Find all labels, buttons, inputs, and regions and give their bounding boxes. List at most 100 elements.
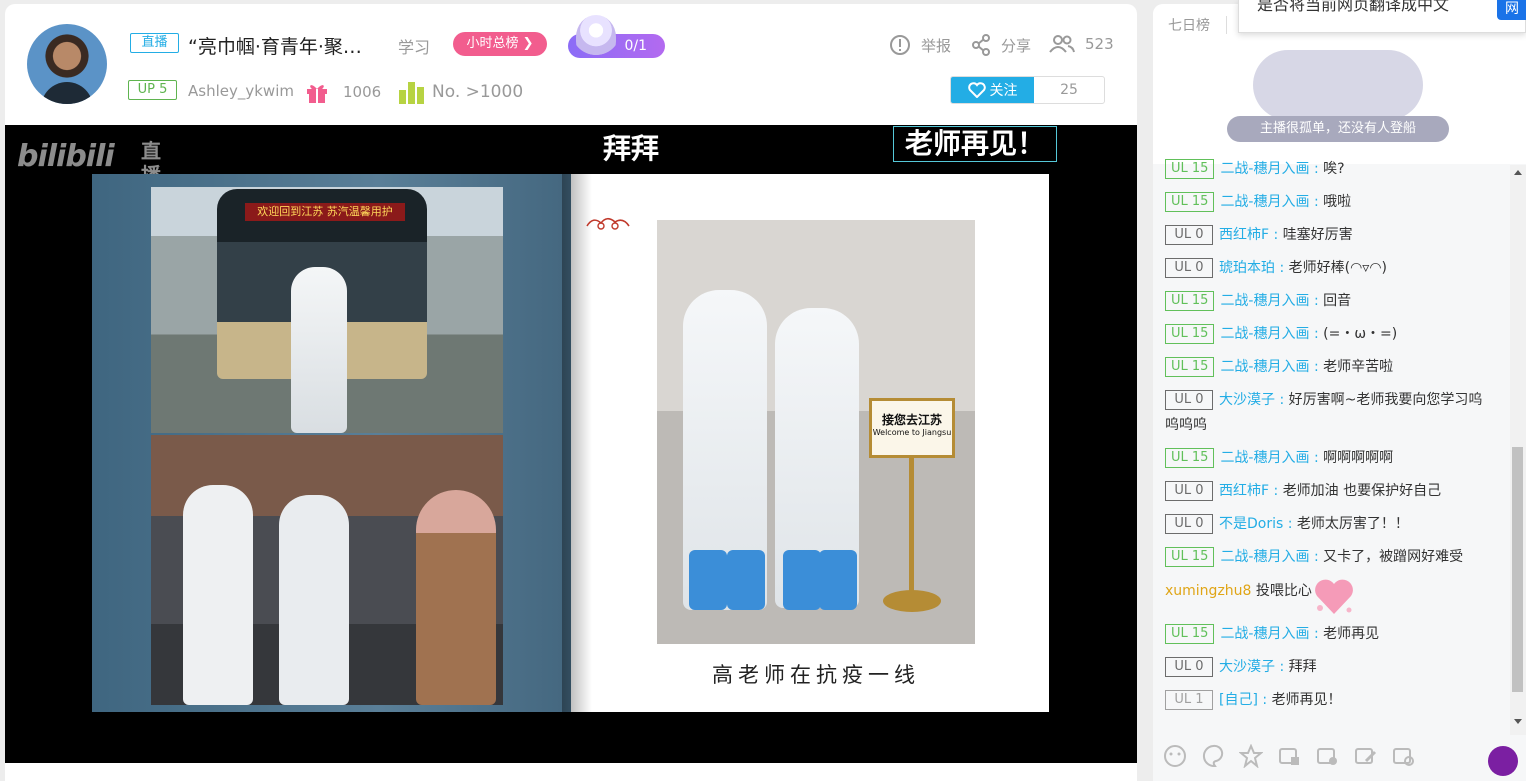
chat-username[interactable]: 二战-穗月入画 xyxy=(1220,450,1309,466)
rank-number-value: No. >1000 xyxy=(432,82,524,102)
chat-username[interactable]: 不是Doris xyxy=(1219,516,1283,532)
settings-icon[interactable] xyxy=(1391,744,1415,768)
chat-message[interactable]: UL 15 二战-穗月入画 : 老师再见 xyxy=(1153,618,1508,651)
gift-username[interactable]: xumingzhu8 xyxy=(1165,583,1251,599)
user-level-badge: UL 15 xyxy=(1165,159,1215,179)
record-icon[interactable] xyxy=(1315,744,1339,768)
chat-text: 老师太厉害了！！ xyxy=(1296,516,1409,532)
chat-message[interactable]: UL 0 西红柿F : 哇塞好厉害 xyxy=(1153,219,1508,252)
empty-rank-text: 主播很孤单，还没有人登船 xyxy=(1227,116,1449,142)
chat-message[interactable]: UL 0 大沙漠子 : 拜拜 xyxy=(1153,651,1508,684)
chat-text: (=・ω・=) xyxy=(1323,326,1398,342)
chat-text: 拜拜 xyxy=(1288,659,1317,675)
scroll-up-icon[interactable] xyxy=(1514,170,1522,175)
chat-message[interactable]: UL 0 琥珀本珀 : 老师好棒(◠▿◠) xyxy=(1153,252,1508,285)
chat-text: 又卡了，被蹭网好难受 xyxy=(1323,549,1464,565)
airport-photo xyxy=(151,435,503,705)
chat-text: 老师再见 xyxy=(1323,626,1380,642)
chat-message[interactable]: UL 15 二战-穗月入画 : 哦啦 xyxy=(1153,186,1508,219)
translate-prompt: 是否将当前网页翻译成中文 xyxy=(1257,0,1450,14)
welcome-photo: 接您去江苏 Welcome to Jiangsu xyxy=(657,220,975,644)
tab-seven-day-rank[interactable]: 七日榜 xyxy=(1168,15,1210,35)
translate-button[interactable]: 网 xyxy=(1497,0,1526,20)
chat-scrollbar[interactable] xyxy=(1510,165,1526,735)
chat-username[interactable]: 二战-穗月入画 xyxy=(1220,549,1309,565)
follow-control: 关注 25 xyxy=(950,76,1105,104)
chat-message[interactable]: UL 0 大沙漠子 : 好厉害啊~老师我要向您学习呜呜呜呜 xyxy=(1153,384,1508,442)
slide-caption: 高老师在抗疫一线 xyxy=(712,663,920,687)
chat-username[interactable]: 二战-穗月入画 xyxy=(1220,194,1309,210)
chat-message[interactable]: UL 15 二战-穗月入画 : (=・ω・=) xyxy=(1153,318,1508,351)
chat-username[interactable]: 二战-穗月入画 xyxy=(1220,626,1309,642)
chat-message[interactable]: UL 15 二战-穗月入画 : 又卡了，被蹭网好难受 xyxy=(1153,541,1508,574)
user-level-badge: UL 15 xyxy=(1165,547,1215,567)
user-level-badge: UL 0 xyxy=(1165,514,1213,534)
chat-separator: : xyxy=(1275,392,1289,408)
chat-username[interactable]: 琥珀本珀 xyxy=(1219,260,1275,276)
user-level-badge: UL 15 xyxy=(1165,192,1215,212)
chat-username[interactable]: 二战-穗月入画 xyxy=(1220,161,1309,177)
chat-message[interactable]: UL 0 不是Doris : 老师太厉害了！！ xyxy=(1153,508,1508,541)
chat-username[interactable]: 二战-穗月入画 xyxy=(1220,326,1309,342)
palette-icon[interactable] xyxy=(1201,744,1225,768)
chat-text: 老师再见！ xyxy=(1271,692,1342,708)
edit-icon[interactable] xyxy=(1353,744,1377,768)
gift-icon xyxy=(307,85,327,103)
room-title: “亮巾帼·育青年·聚… xyxy=(188,36,362,58)
chat-username[interactable]: 二战-穗月入画 xyxy=(1220,359,1309,375)
empty-rank-illustration: 主播很孤单，还没有人登船 xyxy=(1227,50,1449,146)
chat-username[interactable]: 大沙漠子 xyxy=(1219,659,1275,675)
user-level-badge: UL 15 xyxy=(1165,324,1215,344)
hour-rank-button[interactable]: 小时总榜 ❯ xyxy=(453,32,547,56)
gift-count-value: 1006 xyxy=(343,83,382,101)
chat-message[interactable]: UL 15 二战-穗月入画 : 啊啊啊啊啊 xyxy=(1153,442,1508,475)
streamer-name[interactable]: Ashley_ykwim xyxy=(188,82,294,100)
chat-text: 回音 xyxy=(1323,293,1352,309)
chat-separator: : xyxy=(1275,260,1289,276)
share-button[interactable]: 分享 xyxy=(971,34,1031,56)
photo-album-slide: 欢迎回到江苏 苏汽温馨用护 接您去江苏 Welcome to Jiangsu 高… xyxy=(92,174,1049,712)
chat-username[interactable]: 西红柿F xyxy=(1219,483,1269,499)
magic-icon[interactable] xyxy=(1238,743,1264,769)
streamer-avatar[interactable] xyxy=(27,24,107,104)
scroll-thumb[interactable] xyxy=(1512,447,1523,692)
user-level-badge: UL 15 xyxy=(1165,624,1215,644)
chat-message[interactable]: UL 15 二战-穗月入画 : 唉? xyxy=(1153,153,1508,186)
report-button[interactable]: 举报 xyxy=(889,34,951,56)
chat-separator: : xyxy=(1309,626,1324,642)
rank-number: No. >1000 xyxy=(398,80,523,104)
chat-text: 哇塞好厉害 xyxy=(1282,227,1353,243)
chat-username[interactable]: [自己] xyxy=(1219,692,1258,708)
scroll-down-icon[interactable] xyxy=(1514,719,1522,724)
chat-text: 老师好棒(◠▿◠) xyxy=(1288,260,1388,276)
area-link[interactable]: 学习 xyxy=(398,34,430,58)
emoji-icon[interactable] xyxy=(1163,744,1187,768)
chat-text: 唉? xyxy=(1323,161,1345,177)
chat-separator: : xyxy=(1269,227,1283,243)
hour-rank-label: 小时总榜 xyxy=(466,36,519,51)
user-level-badge: UL 0 xyxy=(1165,258,1213,278)
chat-separator: : xyxy=(1283,516,1297,532)
follow-label: 关注 xyxy=(989,83,1018,99)
bus-banner: 欢迎回到江苏 苏汽温馨用护 xyxy=(245,203,405,221)
chat-message[interactable]: UL 15 二战-穗月入画 : 回音 xyxy=(1153,285,1508,318)
chat-text: 老师加油 也要保护好自己 xyxy=(1282,483,1442,499)
danmaku-list: UL 15 二战-穗月入画 : 唉? UL 15 二战-穗月入画 : 哦啦 UL 0 西红… xyxy=(1153,153,1508,717)
chat-username[interactable]: 西红柿F xyxy=(1219,227,1269,243)
user-level-badge: UL 1 xyxy=(1165,690,1213,710)
heart-gift-icon xyxy=(1315,579,1353,614)
clip-icon[interactable] xyxy=(1277,744,1301,768)
chat-username[interactable]: 二战-穗月入画 xyxy=(1220,293,1309,309)
chat-username[interactable]: 大沙漠子 xyxy=(1219,392,1275,408)
chat-message[interactable]: UL 1 [自己] : 老师再见！ xyxy=(1153,684,1508,717)
video-player[interactable]: bilibili 直播 拜拜 老师再见！ 欢迎回到江苏 苏汽温馨用护 接您去江苏… xyxy=(5,125,1137,763)
user-level-badge: UL 15 xyxy=(1165,291,1215,311)
chat-message[interactable]: UL 0 西红柿F : 老师加油 也要保护好自己 xyxy=(1153,475,1508,508)
follow-button[interactable]: 关注 xyxy=(951,77,1034,103)
chat-bubble-icon[interactable] xyxy=(1488,746,1518,776)
user-level-badge: UL 0 xyxy=(1165,657,1213,677)
chat-message[interactable]: UL 15 二战-穗月入画 : 老师辛苦啦 xyxy=(1153,351,1508,384)
welcome-sign: 接您去江苏 Welcome to Jiangsu xyxy=(869,398,955,458)
cloud-ornament-icon xyxy=(586,217,630,230)
pk-widget[interactable]: 0/1 xyxy=(568,15,665,61)
